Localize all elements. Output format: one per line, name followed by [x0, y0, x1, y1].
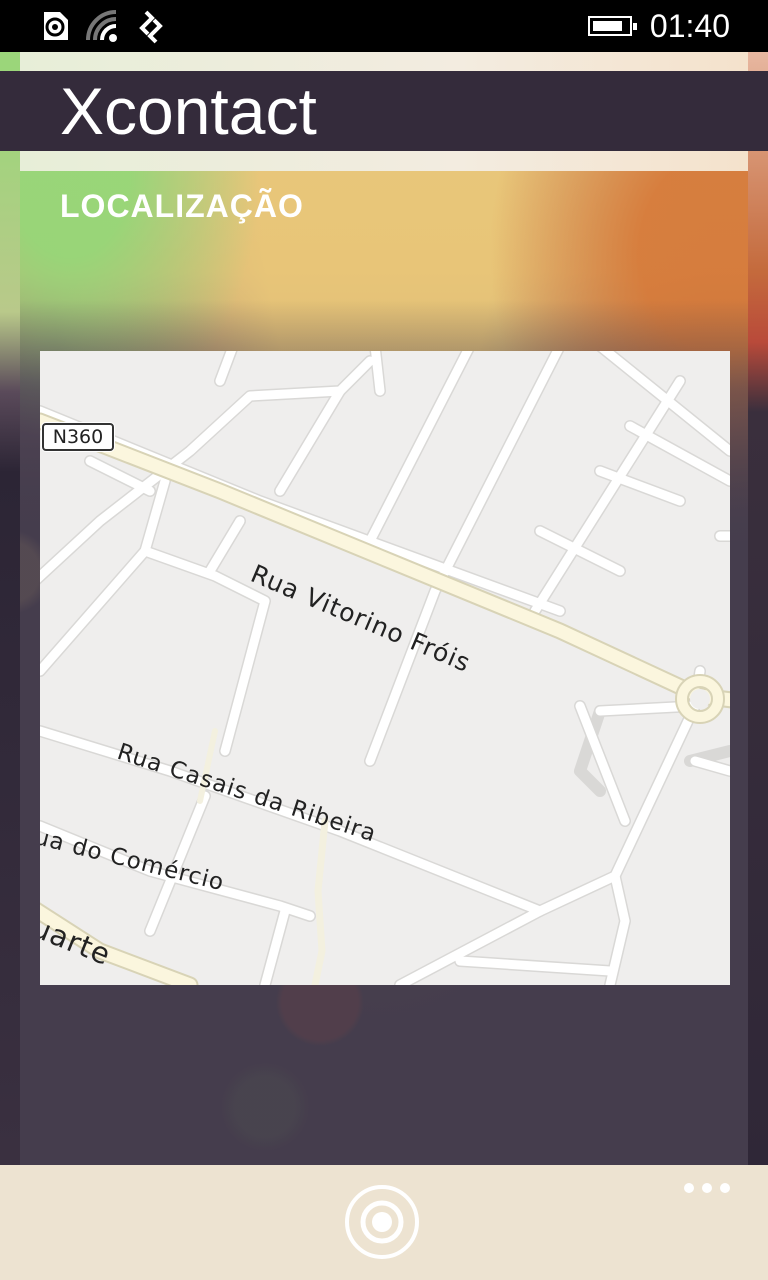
ellipsis-icon [720, 1183, 730, 1193]
header-strip-top [20, 52, 748, 72]
map-view[interactable]: N360 Rua Vitorino Fróis Rua Casais da Ri… [40, 351, 730, 985]
status-bar: 01:40 [0, 0, 768, 52]
road-shield-label: N360 [52, 426, 104, 448]
wallpaper-left-edge [0, 52, 20, 1165]
locate-button[interactable] [344, 1184, 420, 1260]
clock: 01:40 [649, 8, 730, 44]
map-canvas [40, 351, 730, 985]
notification-icon [38, 10, 70, 47]
wallpaper-right-edge [748, 52, 768, 1165]
wifi-icon [86, 10, 120, 49]
section-title: LOCALIZAÇÃO [60, 188, 304, 224]
more-options-button[interactable] [684, 1183, 730, 1193]
header-strip-bottom [20, 151, 748, 171]
battery-icon [588, 16, 637, 36]
road-shield: N360 [42, 423, 114, 451]
data-connection-icon [136, 10, 166, 49]
app-title: Xcontact [60, 74, 317, 148]
ellipsis-icon [684, 1183, 694, 1193]
ellipsis-icon [702, 1183, 712, 1193]
locate-me-icon [345, 1185, 419, 1259]
